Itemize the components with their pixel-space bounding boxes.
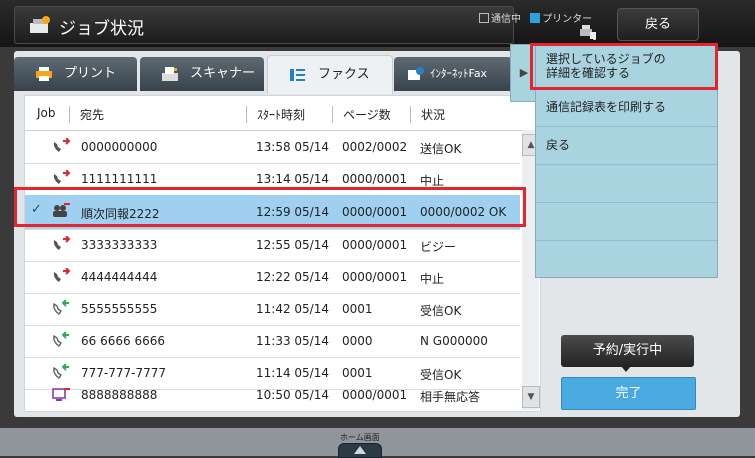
row-start-time: 11:42 05/14 (256, 302, 329, 316)
page-title: ジョブ状況 (59, 19, 144, 39)
row-status: 相手無応答 (420, 390, 481, 404)
job-status-screen: ジョブ状況 通信中 プリンター 戻る プリント スキャナー ファクス ｲﾝﾀｰﾈ… (0, 0, 755, 428)
tab-scanner[interactable]: スキャナー (140, 57, 264, 91)
row-destination: 8888888888 (81, 388, 158, 402)
tab-internet-fax[interactable]: ｲﾝﾀｰﾈｯﾄFax (394, 57, 512, 91)
table-row[interactable]: 3333333333 12:55 05/14 0000/0001 ビジー (25, 229, 520, 262)
pc-fax-send-icon (52, 388, 70, 401)
row-start-time: 10:50 05/14 (256, 388, 329, 402)
fax-send-icon (53, 268, 71, 282)
reserve-arrow-icon (621, 366, 631, 372)
row-status: 受信OK (420, 304, 462, 318)
selected-row-highlight (14, 187, 526, 227)
table-row[interactable]: 8888888888 10:50 05/14 0000/0001 相手無応答 (25, 379, 520, 411)
fax-receive-icon (53, 332, 69, 347)
row-pages: 0000/0001 (342, 388, 408, 402)
row-pages: 0001 (342, 366, 373, 380)
empty-action-item (536, 202, 717, 241)
row-start-time: 11:33 05/14 (256, 334, 329, 348)
print-icon (36, 67, 52, 81)
row-pages: 0000/0001 (342, 270, 408, 284)
print-log-label: 通信記録表を印刷する (546, 100, 667, 114)
row-start-time: 12:55 05/14 (256, 238, 329, 252)
row-pages: 0000/0001 (342, 238, 408, 252)
tab-fax-label: ファクス (318, 67, 370, 82)
action-back-label: 戻る (546, 138, 571, 152)
row-status: 中止 (420, 272, 445, 286)
table-header: Job 宛先 ｽﾀｰﾄ時刻 ページ数 状況 (25, 96, 540, 131)
header-pages: ページ数 (332, 106, 391, 123)
row-status: 送信OK (420, 142, 462, 156)
table-row[interactable]: 4444444444 12:22 05/14 0000/0001 中止 (25, 261, 520, 294)
row-start-time: 12:22 05/14 (256, 270, 329, 284)
row-destination: 1111111111 (81, 172, 158, 186)
printer-indicator-icon (530, 13, 541, 23)
fax-icon (290, 69, 305, 81)
row-destination: 0000000000 (81, 140, 158, 154)
row-start-time: 13:14 05/14 (256, 172, 329, 186)
header-destination: 宛先 (69, 106, 104, 123)
row-pages: 0000/0001 (342, 172, 408, 186)
table-row[interactable]: 66 6666 6666 11:33 05/14 0000 N G000000 (25, 325, 520, 358)
row-pages: 0000 (342, 334, 373, 348)
status-indicators: 通信中 プリンター (479, 10, 592, 25)
row-start-time: 11:14 05/14 (256, 366, 329, 380)
printer-icon[interactable] (579, 24, 597, 40)
fax-receive-icon (53, 300, 69, 315)
row-status: ビジー (420, 240, 457, 254)
job-tabs: プリント スキャナー ファクス ｲﾝﾀｰﾈｯﾄFax (14, 51, 534, 94)
table-row[interactable]: 0000000000 13:58 05/14 0002/0002 送信OK (25, 131, 520, 164)
fax-send-icon (53, 236, 71, 250)
complete-button[interactable]: 完了 (561, 377, 696, 410)
table-row[interactable]: 5555555555 11:42 05/14 0001 受信OK (25, 293, 520, 326)
row-destination: 777-777-7777 (81, 366, 167, 380)
header-job: Job (37, 106, 56, 120)
row-start-time: 13:58 05/14 (256, 140, 329, 154)
sending-indicator-icon (479, 13, 489, 23)
header-start-time: ｽﾀｰﾄ時刻 (246, 106, 305, 123)
fax-send-icon (53, 138, 71, 152)
home-label: ホーム画面 (340, 433, 380, 442)
home-icon (354, 446, 366, 454)
row-destination: 66 6666 6666 (81, 334, 165, 348)
internet-fax-icon (408, 67, 424, 80)
row-pages: 0002/0002 (342, 140, 408, 154)
sending-status-label: 通信中 (491, 14, 521, 25)
header-status: 状況 (410, 106, 445, 123)
row-status: N G000000 (420, 334, 488, 348)
fax-job-table: Job 宛先 ｽﾀｰﾄ時刻 ページ数 状況 0000000000 13:58 0… (24, 95, 541, 412)
scroll-down-icon[interactable]: ▼ (522, 386, 540, 408)
tab-fax[interactable]: ファクス (267, 55, 393, 94)
empty-action-item (536, 240, 717, 278)
details-item-highlight (530, 43, 718, 90)
scanner-icon (162, 67, 178, 81)
tab-print[interactable]: プリント (14, 57, 137, 91)
fax-send-icon (53, 170, 71, 184)
row-destination: 3333333333 (81, 238, 158, 252)
job-status-icon (30, 16, 50, 33)
empty-action-item (536, 164, 717, 203)
tab-scanner-label: スキャナー (190, 66, 256, 81)
action-back-item[interactable]: 戻る (536, 126, 717, 165)
row-destination: 4444444444 (81, 270, 158, 284)
tab-print-label: プリント (64, 66, 117, 81)
reserve-running-button[interactable]: 予約/実行中 (561, 335, 694, 367)
back-button[interactable]: 戻る (617, 8, 699, 41)
tab-internet-fax-label: ｲﾝﾀｰﾈｯﾄFax (430, 67, 488, 80)
print-log-item[interactable]: 通信記録表を印刷する (536, 88, 717, 127)
row-destination: 5555555555 (81, 302, 158, 316)
title-area: ジョブ状況 (14, 6, 514, 44)
row-pages: 0001 (342, 302, 373, 316)
